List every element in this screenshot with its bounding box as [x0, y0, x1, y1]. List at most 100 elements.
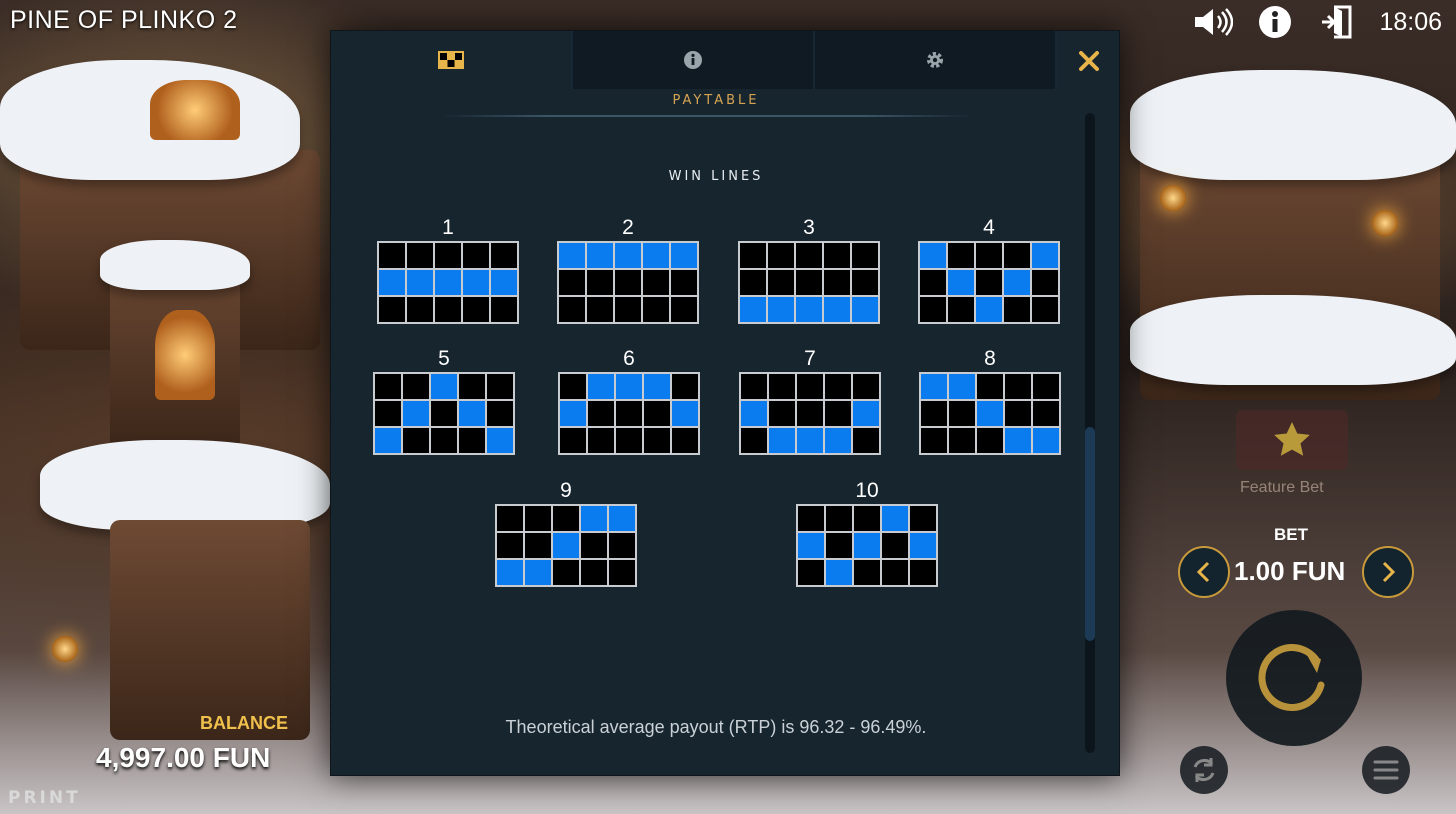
grid-cell — [559, 270, 585, 295]
win-line-7: 7 — [739, 346, 881, 455]
grid-cell — [769, 401, 795, 426]
grid-cell — [588, 401, 614, 426]
win-line-grid — [738, 241, 880, 324]
grid-cell — [487, 401, 513, 426]
tab-info[interactable] — [573, 31, 815, 89]
grid-cell — [1005, 401, 1031, 426]
grid-cell — [559, 297, 585, 322]
grid-cell — [403, 374, 429, 399]
close-button[interactable] — [1075, 47, 1103, 75]
grid-cell — [920, 297, 946, 322]
grid-cell — [643, 297, 669, 322]
grid-cell-active — [407, 270, 433, 295]
grid-cell-active — [824, 297, 850, 322]
grid-cell — [1004, 297, 1030, 322]
grid-cell-active — [797, 428, 823, 453]
win-line-3: 3 — [738, 215, 880, 324]
grid-cell — [491, 297, 517, 322]
grid-cell — [407, 243, 433, 268]
bet-decrease-button[interactable] — [1178, 546, 1230, 598]
grid-cell — [1033, 374, 1059, 399]
grid-cell-active — [1032, 243, 1058, 268]
title-divider — [441, 115, 971, 117]
grid-cell-active — [587, 243, 613, 268]
win-line-grid — [495, 504, 637, 587]
grid-cell-active — [798, 533, 824, 558]
grid-cell — [768, 243, 794, 268]
top-toolbar: 18:06 — [1193, 4, 1442, 40]
grid-cell — [643, 270, 669, 295]
clock-time: 18:06 — [1379, 7, 1442, 36]
chevron-left-icon — [1196, 561, 1210, 583]
grid-cell-active — [487, 428, 513, 453]
grid-cell — [671, 270, 697, 295]
win-line-grid — [557, 241, 699, 324]
exit-icon[interactable] — [1317, 4, 1357, 40]
grid-cell — [587, 270, 613, 295]
grid-cell-active — [854, 533, 880, 558]
scrollbar-thumb[interactable] — [1085, 427, 1095, 641]
grid-cell — [435, 297, 461, 322]
grid-cell-active — [609, 506, 635, 531]
grid-cell-active — [825, 428, 851, 453]
grid-cell — [882, 560, 908, 585]
win-line-5: 5 — [373, 346, 515, 455]
grid-cell-active — [882, 506, 908, 531]
grid-cell — [375, 401, 401, 426]
rtp-text: Theoretical average payout (RTP) is 96.3… — [505, 717, 927, 737]
grid-cell — [403, 428, 429, 453]
grid-cell — [921, 401, 947, 426]
grid-cell-active — [491, 270, 517, 295]
autoplay-button[interactable] — [1180, 746, 1228, 794]
win-line-grid — [739, 372, 881, 455]
grid-cell-active — [948, 270, 974, 295]
win-line-grid — [373, 372, 515, 455]
grid-cell — [852, 243, 878, 268]
grid-cell — [853, 428, 879, 453]
win-line-9: 9 — [495, 478, 637, 587]
grid-cell — [796, 243, 822, 268]
grid-cell — [581, 560, 607, 585]
grid-cell — [609, 560, 635, 585]
grid-cell — [459, 374, 485, 399]
grid-cell-active — [581, 506, 607, 531]
grid-cell — [644, 401, 670, 426]
feature-bet-button[interactable] — [1236, 410, 1348, 470]
win-line-number: 1 — [442, 216, 454, 239]
paytable-modal: PAYTABLE WIN LINES 1 2 3 4 5 6 7 8 9 10 Theoretic… — [330, 30, 1120, 776]
grid-cell — [977, 374, 1003, 399]
chevron-right-icon — [1382, 561, 1396, 583]
autoplay-icon — [1193, 758, 1215, 782]
bet-increase-button[interactable] — [1362, 546, 1414, 598]
paytable-icon — [438, 51, 464, 69]
grid-cell — [949, 428, 975, 453]
grid-cell-active — [379, 270, 405, 295]
grid-cell — [1032, 297, 1058, 322]
grid-cell-active — [435, 270, 461, 295]
grid-cell — [740, 270, 766, 295]
win-line-4: 4 — [918, 215, 1060, 324]
grid-cell-active — [853, 401, 879, 426]
grid-cell — [459, 428, 485, 453]
spin-button[interactable] — [1226, 610, 1362, 746]
win-line-10: 10 — [796, 478, 938, 587]
grid-cell-active — [1005, 428, 1031, 453]
scrollbar[interactable] — [1085, 113, 1095, 753]
grid-cell — [798, 560, 824, 585]
grid-cell — [824, 270, 850, 295]
tab-settings[interactable] — [815, 31, 1057, 89]
grid-cell — [581, 533, 607, 558]
grid-cell-active — [463, 270, 489, 295]
snow-roof — [40, 440, 330, 530]
grid-cell — [768, 270, 794, 295]
grid-cell — [910, 506, 936, 531]
grid-cell-active — [769, 428, 795, 453]
info-icon[interactable] — [1255, 4, 1295, 40]
brand-logo: PRINT — [8, 788, 81, 808]
grid-cell-active — [497, 560, 523, 585]
speaker-icon[interactable] — [1193, 4, 1234, 40]
menu-button[interactable] — [1362, 746, 1410, 794]
grid-cell — [609, 533, 635, 558]
tab-paytable[interactable] — [331, 31, 573, 89]
win-line-number: 3 — [803, 216, 815, 239]
